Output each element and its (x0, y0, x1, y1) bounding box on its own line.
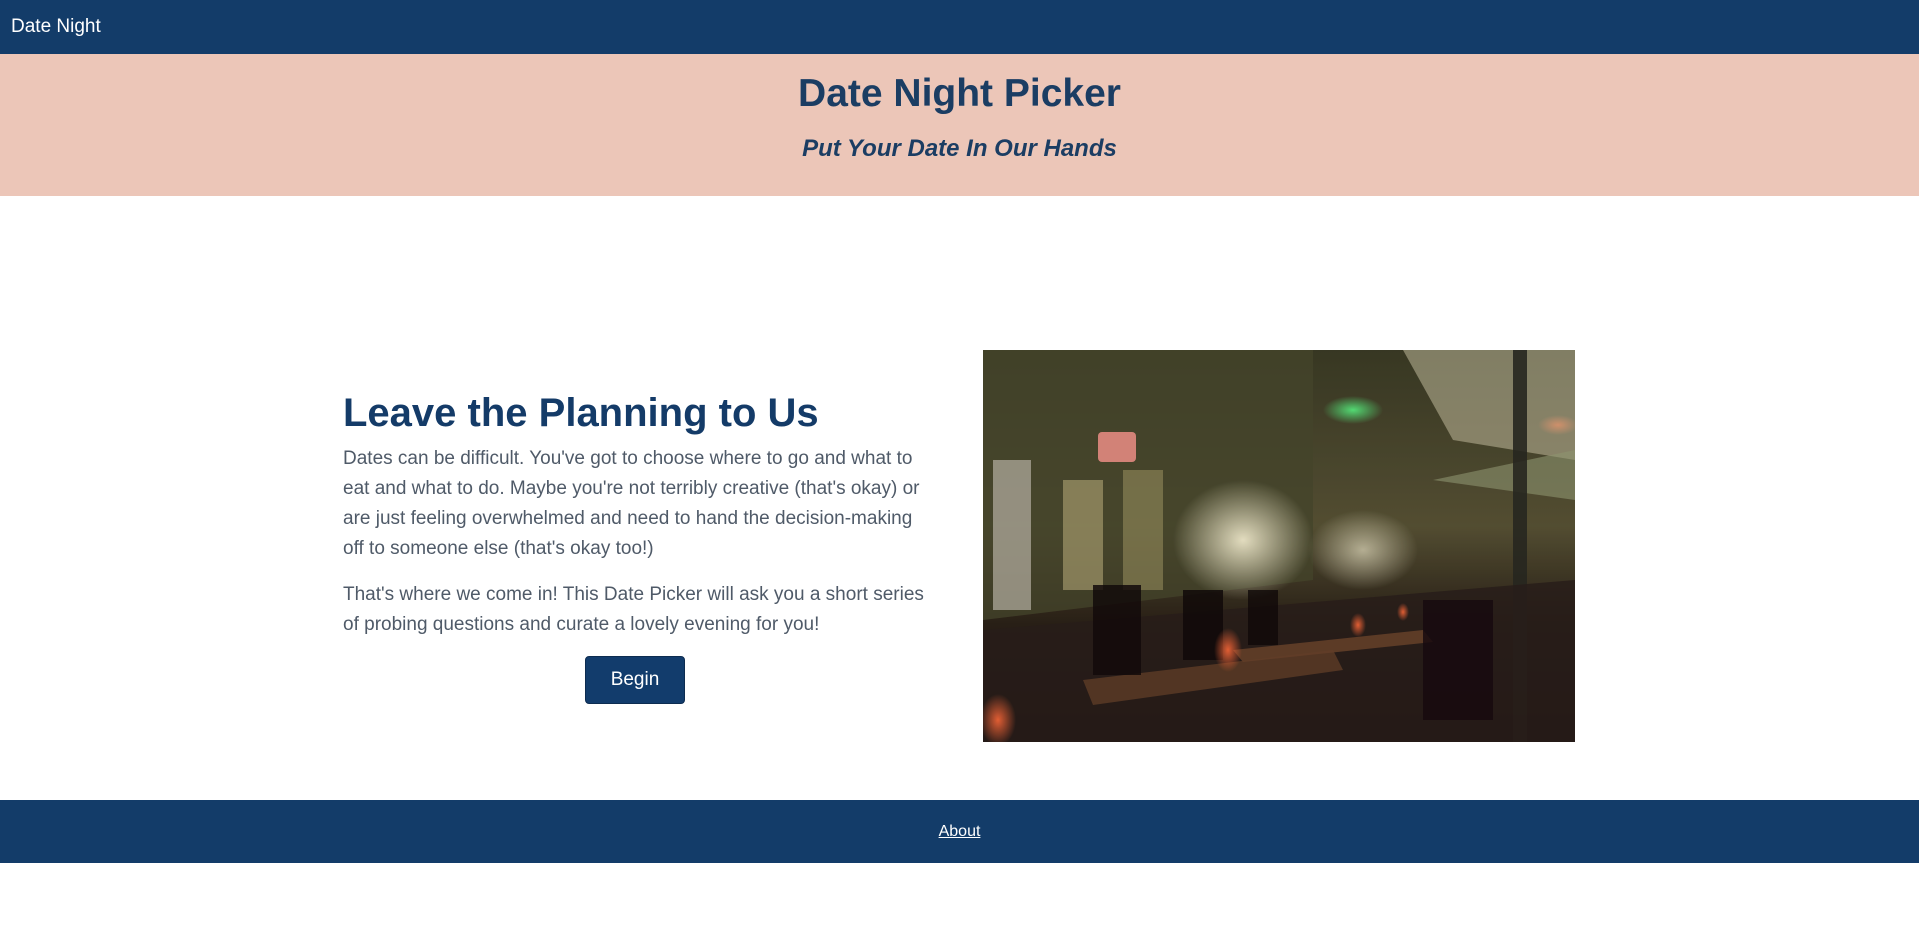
page-subtitle: Put Your Date In Our Hands (802, 135, 1117, 162)
about-link[interactable]: About (939, 823, 981, 841)
restaurant-photo-image (983, 350, 1575, 742)
page-title: Date Night Picker (798, 72, 1121, 115)
restaurant-photo (983, 350, 1575, 742)
footer: About (0, 800, 1919, 863)
intro-paragraph: Dates can be difficult. You've got to ch… (343, 448, 920, 559)
begin-button[interactable]: Begin (585, 656, 685, 704)
intro-paragraph: That's where we come in! This Date Picke… (343, 584, 924, 635)
brand-link[interactable]: Date Night (11, 16, 101, 38)
intro-section: Leave the Planning to Us Dates can be di… (343, 388, 935, 640)
top-navbar: Date Night (0, 0, 1919, 54)
hero-banner: Date Night Picker Put Your Date In Our H… (0, 54, 1919, 196)
section-heading: Leave the Planning to Us (343, 391, 819, 435)
